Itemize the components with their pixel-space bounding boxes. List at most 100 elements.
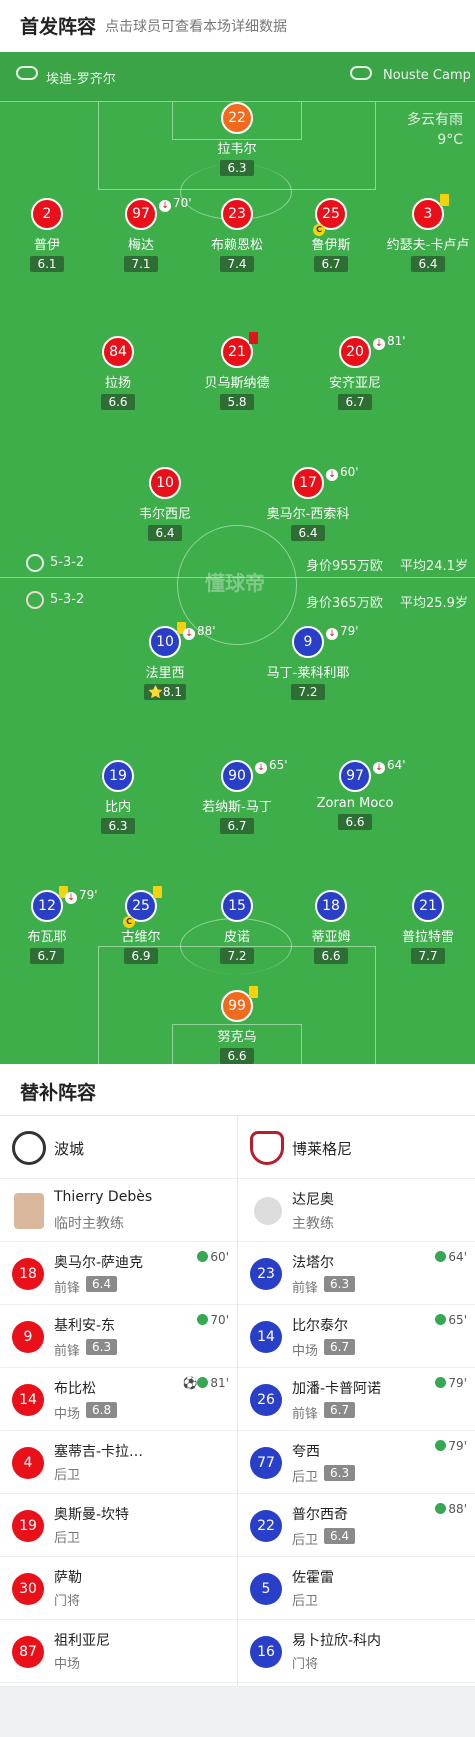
- player-name: 若纳斯-马丁: [202, 800, 272, 815]
- sub-name: 法塔尔: [292, 1255, 334, 1271]
- home-player[interactable]: 22 拉韦尔 6.3: [177, 102, 297, 176]
- away-sub-row[interactable]: 5 佐霍雷 后卫: [238, 1557, 475, 1620]
- home-sub-row[interactable]: 14 布比松 中场 6.8 ⚽ 81': [0, 1368, 237, 1431]
- player-name: 比内: [104, 800, 131, 815]
- sub-name: 易卜拉欣-科内: [292, 1633, 382, 1649]
- away-sub-row[interactable]: 26 加潘-卡普阿诺 前锋 6.7 79': [238, 1368, 475, 1431]
- sub-name: 夸西: [292, 1444, 320, 1460]
- sub-on-icon: [197, 1251, 209, 1262]
- away-coach-name: 达尼奥: [292, 1192, 334, 1208]
- whistle-icon: [16, 66, 38, 80]
- player-rating: 6.7: [30, 948, 64, 964]
- home-player[interactable]: 3 约瑟夫-卡卢卢 6.4: [368, 194, 475, 272]
- sub-position: 后卫: [54, 1468, 81, 1483]
- home-sub-row[interactable]: 30 萨勒 门将: [0, 1557, 237, 1620]
- player-name: 马丁-莱科利耶: [266, 666, 350, 681]
- away-team-name: 博莱格尼: [292, 1140, 353, 1158]
- sub-minute: 79': [340, 624, 359, 638]
- home-player[interactable]: 17 ↓ 60' 奥马尔-西索科 6.4: [248, 465, 368, 541]
- sub-on-event: 65': [435, 1313, 467, 1327]
- home-sub-row[interactable]: 19 奥斯曼-坎特 后卫: [0, 1494, 237, 1557]
- away-sub-row[interactable]: 16 易卜拉欣-科内 门将: [238, 1620, 475, 1683]
- rating-value: 6.6: [321, 949, 341, 963]
- home-player[interactable]: 21 贝乌斯纳德 5.8: [177, 332, 297, 410]
- sub-minute: 64': [387, 758, 406, 772]
- away-sub-row[interactable]: 23 法塔尔 前锋 6.3 64': [238, 1242, 475, 1305]
- away-player[interactable]: 99 努克乌 6.6: [177, 986, 297, 1064]
- rating-value: 6.4: [298, 526, 318, 540]
- home-sub-row[interactable]: 4 塞蒂吉-卡拉… 后卫: [0, 1431, 237, 1494]
- sub-off-icon: ↓: [159, 200, 171, 212]
- home-player[interactable]: 84 拉扬 6.6: [58, 336, 178, 410]
- home-player[interactable]: 10 韦尔西尼 6.4: [105, 467, 225, 541]
- player-name: 努克乌: [217, 1030, 257, 1045]
- away-player[interactable]: 97 ↓ 64' Zoran Moco 6.6: [295, 758, 415, 830]
- sub-number: 14: [12, 1384, 44, 1416]
- sub-number: 9: [12, 1321, 44, 1353]
- sub-off-icon: ↓: [65, 892, 77, 904]
- away-player[interactable]: 21 普拉特雷 7.7: [368, 890, 475, 964]
- player-name: 约瑟夫-卡卢卢: [386, 238, 470, 253]
- rating-value: 6.1: [37, 257, 57, 271]
- sub-event: ↓ 79': [326, 624, 359, 640]
- rating-value: 6.4: [155, 526, 175, 540]
- away-team-info: 5-3-2 身价365万欧 平均25.9岁: [0, 589, 475, 613]
- away-formation: 5-3-2: [50, 592, 85, 607]
- sub-position: 后卫: [292, 1533, 319, 1548]
- sub-name: 加潘-卡普阿诺: [292, 1381, 382, 1397]
- sub-on-minute: 64': [448, 1250, 467, 1264]
- home-sub-row[interactable]: 87 祖利亚尼 中场: [0, 1620, 237, 1683]
- away-coach-row[interactable]: 达尼奥 主教练: [238, 1179, 475, 1242]
- sub-number: 26: [250, 1384, 282, 1416]
- venue-bar: 埃迪-罗齐尔 Nouste Camp: [0, 52, 475, 102]
- player-number: 20: [339, 336, 371, 368]
- sub-name: 奥斯曼-坎特: [54, 1507, 130, 1523]
- weather-info: 多云有雨 9°C: [407, 110, 463, 150]
- captain-icon: C: [313, 224, 325, 236]
- away-sub-row[interactable]: 77 夸西 后卫 6.3 79': [238, 1431, 475, 1494]
- sub-event: ↓ 65': [255, 758, 288, 774]
- home-avg-age: 平均24.1岁: [400, 559, 468, 574]
- sub-position: 前锋: [54, 1344, 81, 1359]
- rating-value: 7.4: [227, 257, 247, 271]
- away-sub-row[interactable]: 22 普尔西奇 后卫 6.4 88': [238, 1494, 475, 1557]
- sub-position: 门将: [292, 1657, 319, 1672]
- sub-on-icon: [435, 1314, 447, 1325]
- rating-value: 7.1: [131, 257, 151, 271]
- sub-name: 普尔西奇: [292, 1507, 348, 1523]
- sub-event: ↓ 64': [373, 758, 406, 774]
- away-player[interactable]: 9 ↓ 79' 马丁-莱科利耶 7.2: [248, 624, 368, 700]
- sub-position: 后卫: [54, 1531, 81, 1546]
- away-sub-row[interactable]: 14 比尔泰尔 中场 6.7 65': [238, 1305, 475, 1368]
- player-number: 97: [339, 760, 371, 792]
- away-player[interactable]: 10 ↓ 88' 法里西 ⭐8.1: [105, 622, 225, 700]
- sub-position: 后卫: [292, 1470, 319, 1485]
- player-rating: 6.3: [101, 818, 135, 834]
- player-name: 普拉特雷: [401, 930, 454, 945]
- home-coach-row[interactable]: Thierry Debès 临时主教练: [0, 1179, 237, 1242]
- home-team-row[interactable]: 波城: [0, 1116, 237, 1179]
- rating-value: 6.6: [108, 395, 128, 409]
- player-number: 15: [221, 890, 253, 922]
- sub-on-icon: [197, 1377, 209, 1388]
- home-player[interactable]: 20 ↓ 81' 安齐亚尼 6.7: [295, 334, 415, 410]
- stadium-name: Nouste Camp: [383, 68, 471, 83]
- sub-name: 祖利亚尼: [54, 1633, 110, 1649]
- sub-position: 后卫: [292, 1594, 319, 1609]
- player-number: 90: [221, 760, 253, 792]
- player-rating: 6.7: [338, 394, 372, 410]
- page-title: 首发阵容: [20, 16, 97, 38]
- player-name: 拉韦尔: [217, 142, 257, 157]
- player-rating: 6.4: [291, 525, 325, 541]
- sub-off-icon: ↓: [326, 469, 338, 481]
- home-sub-row[interactable]: 9 基利安-东 前锋 6.3 70': [0, 1305, 237, 1368]
- player-rating: 7.2: [220, 948, 254, 964]
- sub-on-event: 79': [435, 1439, 467, 1453]
- away-player[interactable]: 90 ↓ 65' 若纳斯-马丁 6.7: [177, 758, 297, 834]
- home-formation: 5-3-2: [50, 555, 85, 570]
- player-number: 19: [102, 760, 134, 792]
- home-sub-row[interactable]: 18 奥马尔-萨迪克 前锋 6.4 60': [0, 1242, 237, 1305]
- away-team-row[interactable]: 博莱格尼: [238, 1116, 475, 1179]
- sub-name: 萨勒: [54, 1570, 82, 1586]
- away-player[interactable]: 19 比内 6.3: [58, 760, 178, 834]
